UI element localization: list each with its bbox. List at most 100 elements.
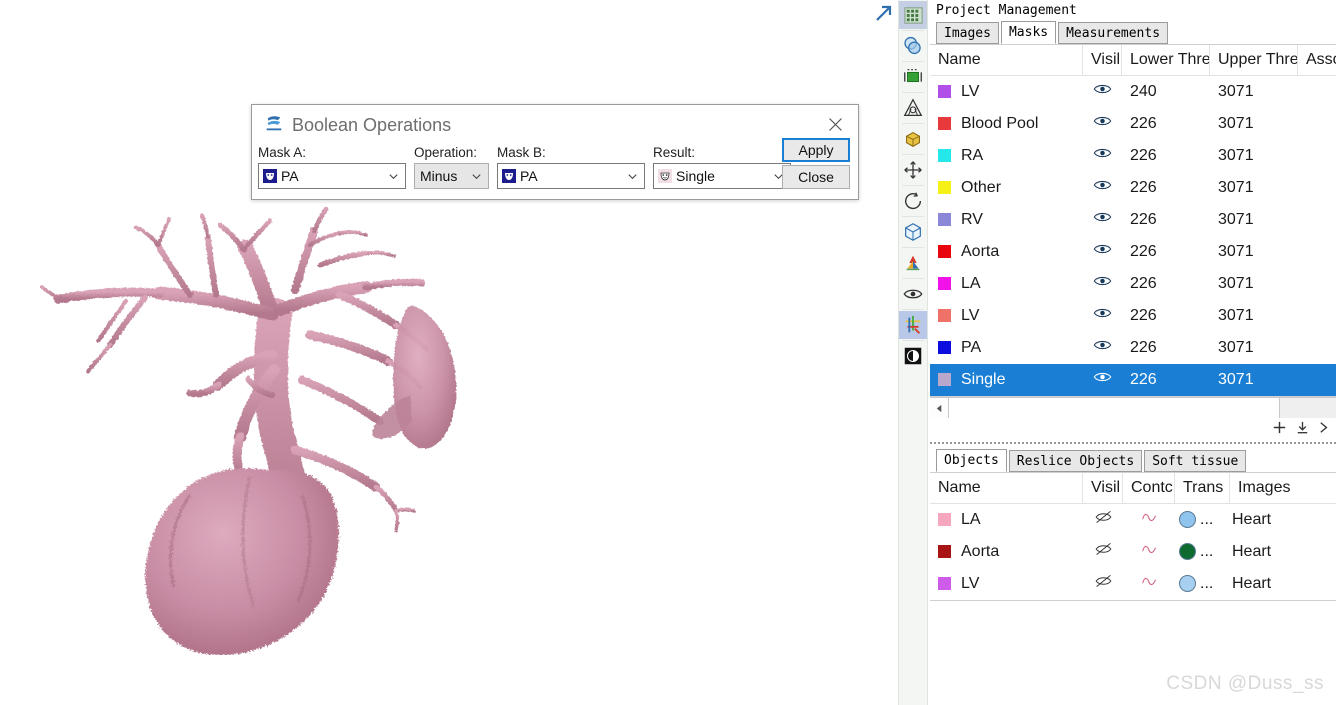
tab-measurements[interactable]: Measurements: [1058, 22, 1169, 44]
table-row[interactable]: Single 226 3071: [930, 364, 1336, 396]
eye-hidden-icon[interactable]: [1094, 575, 1113, 592]
column-header-name[interactable]: Name: [930, 45, 1083, 75]
upper-threshold-cell[interactable]: 3071: [1210, 204, 1298, 236]
lower-threshold-cell[interactable]: 226: [1122, 332, 1210, 364]
color-swatch[interactable]: [938, 85, 951, 99]
eye-icon[interactable]: [899, 280, 927, 308]
upper-threshold-cell[interactable]: 3071: [1210, 108, 1298, 140]
table-row[interactable]: LV... Heart: [930, 568, 1336, 600]
visibility-toggle[interactable]: [1083, 300, 1122, 332]
lower-threshold-cell[interactable]: 226: [1122, 108, 1210, 140]
operation-select[interactable]: Minus: [414, 163, 489, 189]
box-icon[interactable]: [899, 218, 927, 246]
boolean-operations-dialog[interactable]: Boolean Operations Mask A: PA Operation:…: [251, 104, 859, 200]
associated-cell[interactable]: [1298, 172, 1336, 204]
eye-icon[interactable]: [1093, 140, 1112, 172]
associated-cell[interactable]: [1298, 364, 1336, 396]
associated-cell[interactable]: [1298, 332, 1336, 364]
scrollbar-track[interactable]: [1280, 398, 1336, 418]
mask-name-cell[interactable]: RV: [930, 204, 1083, 236]
upper-threshold-cell[interactable]: 3071: [1210, 332, 1298, 364]
table-row[interactable]: PA 226 3071: [930, 332, 1336, 364]
close-button[interactable]: Close: [782, 165, 850, 189]
mask-name-cell[interactable]: PA: [930, 332, 1083, 364]
images-cell[interactable]: Heart: [1230, 568, 1320, 600]
lower-threshold-cell[interactable]: 226: [1122, 364, 1210, 396]
contrast-icon[interactable]: [899, 342, 927, 370]
table-row[interactable]: Blood Pool 226 3071: [930, 108, 1336, 140]
associated-cell[interactable]: [1298, 300, 1336, 332]
eye-hidden-icon[interactable]: [1094, 543, 1113, 560]
transparency-color-dot[interactable]: [1179, 511, 1196, 529]
color-swatch[interactable]: [938, 245, 951, 259]
color-swatch[interactable]: [938, 341, 951, 355]
upper-threshold-cell[interactable]: 3071: [1210, 76, 1298, 108]
color-swatch[interactable]: [938, 577, 951, 591]
tab-masks[interactable]: Masks: [1000, 21, 1057, 44]
move-icon[interactable]: [899, 156, 927, 184]
visibility-toggle[interactable]: [1083, 204, 1122, 236]
tab-reslice-objects[interactable]: Reslice Objects: [1008, 450, 1143, 472]
add-mask-icon[interactable]: [1271, 419, 1288, 441]
lower-threshold-cell[interactable]: 226: [1122, 172, 1210, 204]
transparency-cell[interactable]: ...: [1175, 568, 1230, 600]
color-swatch[interactable]: [938, 181, 951, 195]
upper-threshold-cell[interactable]: 3071: [1210, 172, 1298, 204]
object-name-cell[interactable]: Aorta: [930, 536, 1083, 568]
color-swatch[interactable]: [938, 309, 951, 323]
upper-threshold-cell[interactable]: 3071: [1210, 268, 1298, 300]
visibility-toggle[interactable]: [1083, 504, 1123, 536]
transparency-cell[interactable]: ...: [1175, 504, 1230, 536]
color-swatch[interactable]: [938, 513, 951, 527]
chevron-down-icon[interactable]: [383, 170, 403, 183]
table-row[interactable]: RA 226 3071: [930, 140, 1336, 172]
rotate-icon[interactable]: [899, 187, 927, 215]
visibility-toggle[interactable]: [1083, 364, 1122, 396]
images-cell[interactable]: Heart: [1230, 504, 1320, 536]
objects-tabbar[interactable]: Objects Reslice Objects Soft tissue: [930, 448, 1336, 472]
apply-button[interactable]: Apply: [782, 138, 850, 162]
column-header-associated[interactable]: Asso: [1298, 45, 1336, 75]
transparency-color-dot[interactable]: [1179, 543, 1196, 561]
column-header-name[interactable]: Name: [930, 473, 1083, 503]
region-growing-icon[interactable]: [899, 94, 927, 122]
export-mask-icon[interactable]: [1317, 419, 1334, 441]
mask-name-cell[interactable]: Single: [930, 364, 1083, 396]
visibility-toggle[interactable]: [1083, 172, 1122, 204]
table-row[interactable]: LA 226 3071: [930, 268, 1336, 300]
upper-threshold-cell[interactable]: 3071: [1210, 300, 1298, 332]
import-mask-icon[interactable]: [1294, 419, 1311, 441]
object-name-cell[interactable]: LV: [930, 568, 1083, 600]
associated-cell[interactable]: [1298, 236, 1336, 268]
dialog-titlebar[interactable]: Boolean Operations: [252, 105, 858, 145]
color-swatch[interactable]: [938, 149, 951, 163]
visibility-toggle[interactable]: [1083, 536, 1123, 568]
calculate-3d-icon[interactable]: [899, 125, 927, 153]
tab-soft-tissue[interactable]: Soft tissue: [1144, 450, 1247, 472]
lower-threshold-cell[interactable]: 226: [1122, 268, 1210, 300]
eye-icon[interactable]: [1093, 76, 1112, 108]
table-row[interactable]: Aorta 226 3071: [930, 236, 1336, 268]
vertical-toolbar[interactable]: [898, 0, 928, 705]
masks-tabbar[interactable]: Images Masks Measurements: [930, 20, 1336, 44]
table-row[interactable]: Aorta... Heart: [930, 536, 1336, 568]
table-row[interactable]: LA... Heart: [930, 504, 1336, 536]
visibility-toggle[interactable]: [1083, 332, 1122, 364]
masks-table[interactable]: Name Visil Lower Thre Upper Thre Asso LV…: [930, 44, 1336, 397]
color-swatch[interactable]: [938, 277, 951, 291]
eye-icon[interactable]: [1093, 108, 1112, 140]
wave-icon[interactable]: [1140, 543, 1159, 560]
associated-cell[interactable]: [1298, 268, 1336, 300]
column-header-images[interactable]: Images: [1230, 473, 1320, 503]
mask-name-cell[interactable]: Aorta: [930, 236, 1083, 268]
associated-cell[interactable]: [1298, 108, 1336, 140]
heart-3d-model[interactable]: [40, 195, 490, 655]
visibility-toggle[interactable]: [1083, 268, 1122, 300]
table-row[interactable]: LV 240 3071: [930, 76, 1336, 108]
contour-toggle[interactable]: [1123, 568, 1175, 600]
visibility-toggle[interactable]: [1083, 236, 1122, 268]
boolean-operations-icon[interactable]: [899, 32, 927, 60]
chevron-down-icon[interactable]: [466, 170, 486, 183]
mask-b-select[interactable]: PA: [497, 163, 645, 189]
scrollbar-thumb[interactable]: [949, 398, 1280, 418]
